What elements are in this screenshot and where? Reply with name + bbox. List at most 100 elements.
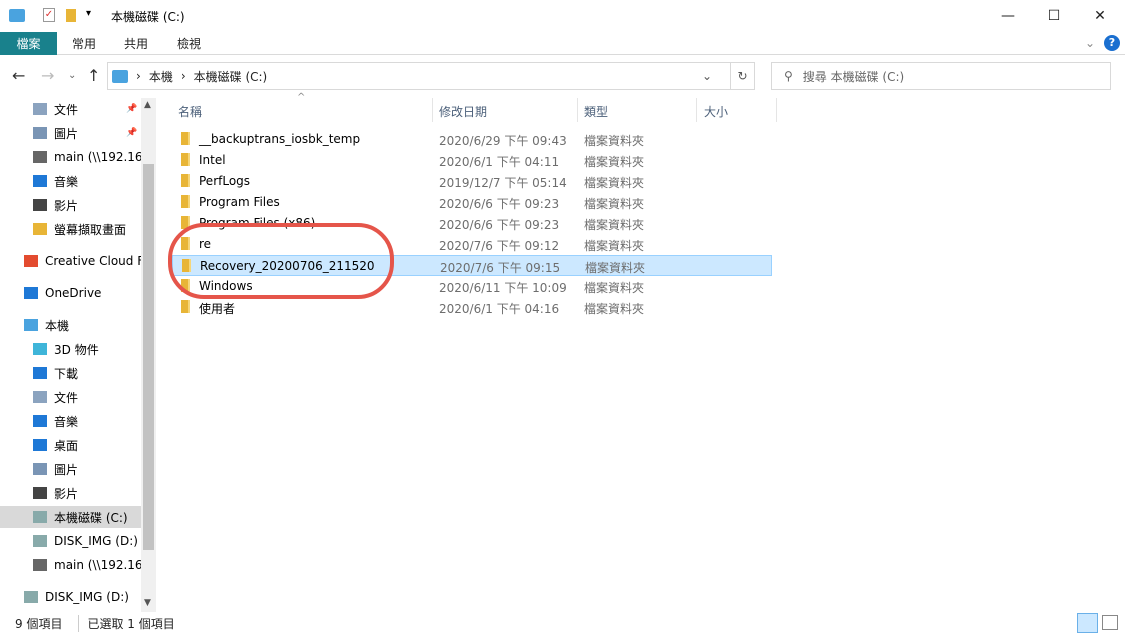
title-bar: ✓ ▾ 本機磁碟 (C:) — ☐ ✕ <box>0 0 1125 32</box>
maximize-button[interactable]: ☐ <box>1031 0 1077 32</box>
window-title: 本機磁碟 (C:) <box>111 10 185 24</box>
pin-icon[interactable]: 📌 <box>126 104 138 114</box>
file-date: 2020/6/6 下午 09:23 <box>439 218 560 232</box>
sort-ascending-icon: ^ <box>297 92 306 103</box>
sidebar-item-label: 本機 <box>45 318 70 333</box>
details-view-button[interactable] <box>1077 613 1098 633</box>
file-row[interactable]: PerfLogs 2019/12/7 下午 05:14 檔案資料夾 <box>172 171 772 192</box>
new-folder-icon[interactable] <box>66 9 76 22</box>
file-type: 檔案資料夾 <box>584 197 645 211</box>
sidebar-item-label: 影片 <box>54 198 79 213</box>
search-icon: ⚲ <box>784 69 793 83</box>
sidebar-item[interactable]: 下載 <box>0 362 141 384</box>
sidebar-item[interactable]: 音樂 <box>0 170 141 192</box>
folder-icon <box>181 195 190 208</box>
tab-share[interactable]: 共用 <box>114 32 158 55</box>
address-dropdown-icon[interactable]: ⌄ <box>702 69 712 83</box>
sidebar-item[interactable]: 圖片 📌 <box>0 122 141 144</box>
file-row[interactable]: __backuptrans_iosbk_temp 2020/6/29 下午 09… <box>172 129 772 150</box>
file-row[interactable]: Program Files 2020/6/6 下午 09:23 檔案資料夾 <box>172 192 772 213</box>
file-type: 檔案資料夾 <box>584 176 645 190</box>
sidebar-item-label: 音樂 <box>54 174 79 189</box>
pictures-icon <box>33 127 47 139</box>
breadcrumb-c-drive[interactable]: 本機磁碟 (C:) <box>194 68 268 85</box>
desktop-icon <box>33 439 47 451</box>
sidebar-item[interactable]: main (\\192.168 <box>0 554 141 576</box>
folder-icon <box>181 153 190 166</box>
sidebar-item[interactable]: 桌面 <box>0 434 141 456</box>
breadcrumb-this-pc[interactable]: 本機 <box>149 68 173 85</box>
file-type: 檔案資料夾 <box>585 261 646 275</box>
sidebar-item[interactable]: 影片 <box>0 482 141 504</box>
sidebar-item[interactable]: 3D 物件 <box>0 338 141 360</box>
sidebar-item-label: 螢幕擷取畫面 <box>54 222 127 237</box>
file-type: 檔案資料夾 <box>584 134 645 148</box>
selected-count: 已選取 1 個項目 <box>78 614 175 632</box>
recent-locations-button[interactable]: ⌄ <box>68 70 76 81</box>
file-name: PerfLogs <box>199 174 251 188</box>
sidebar-item[interactable]: 本機 <box>0 314 141 336</box>
sidebar-item[interactable]: 影片 <box>0 194 141 216</box>
sidebar-item[interactable]: 音樂 <box>0 410 141 432</box>
sidebar-item-label: 音樂 <box>54 414 79 429</box>
file-type: 檔案資料夾 <box>584 281 645 295</box>
column-header-type[interactable]: 類型 <box>584 100 608 122</box>
breadcrumb-separator-icon: › <box>180 69 186 83</box>
item-count: 9 個項目 <box>15 616 63 631</box>
expand-ribbon-icon[interactable]: ⌄ <box>1085 36 1095 50</box>
file-date: 2019/12/7 下午 05:14 <box>439 176 567 190</box>
search-input[interactable]: ⚲ 搜尋 本機磁碟 (C:) <box>771 62 1111 90</box>
downloads-icon <box>33 367 47 379</box>
minimize-button[interactable]: — <box>985 0 1031 32</box>
this-pc-icon <box>112 69 128 83</box>
folder-icon <box>33 223 47 235</box>
sidebar-item[interactable]: DISK_IMG (D:) <box>0 586 141 608</box>
creative-cloud-icon <box>24 255 38 267</box>
music-icon <box>33 415 47 427</box>
sidebar-item[interactable]: 螢幕擷取畫面 <box>0 218 141 240</box>
refresh-button[interactable]: ↻ <box>730 63 754 89</box>
sidebar-item[interactable]: OneDrive <box>0 282 141 304</box>
sidebar-item[interactable]: main (\\192.168 <box>0 146 141 168</box>
sidebar-item[interactable]: Creative Cloud Fi <box>0 250 141 272</box>
sidebar-scrollbar-thumb[interactable] <box>143 164 154 550</box>
this-pc-icon <box>24 319 38 331</box>
sidebar-item-label: 圖片 <box>54 462 79 477</box>
sidebar-item-label: 本機磁碟 (C:) <box>54 510 128 525</box>
column-header-date[interactable]: 修改日期 <box>439 100 487 122</box>
tab-file[interactable]: 檔案 <box>0 32 57 55</box>
properties-icon[interactable]: ✓ <box>43 8 55 22</box>
sidebar-item[interactable]: 文件 <box>0 386 141 408</box>
sidebar-item[interactable]: DISK_IMG (D:) <box>0 530 141 552</box>
help-icon[interactable]: ? <box>1104 35 1120 51</box>
column-divider <box>696 98 697 122</box>
forward-button[interactable]: → <box>41 66 54 85</box>
file-date: 2020/6/6 下午 09:23 <box>439 197 560 211</box>
drive-icon <box>33 535 47 547</box>
file-date: 2020/7/6 下午 09:15 <box>440 261 561 275</box>
column-divider <box>577 98 578 122</box>
search-placeholder: 搜尋 本機磁碟 (C:) <box>802 69 905 84</box>
column-header-size[interactable]: 大小 <box>704 100 728 122</box>
file-name: __backuptrans_iosbk_temp <box>199 132 361 146</box>
sidebar-item-label: 下載 <box>54 366 79 381</box>
sidebar-item[interactable]: 文件 📌 <box>0 98 141 120</box>
address-bar[interactable]: › 本機 › 本機磁碟 (C:) ⌄ ↻ <box>107 62 755 90</box>
tab-view[interactable]: 檢視 <box>167 32 211 55</box>
documents-icon <box>33 103 47 115</box>
sidebar-item[interactable]: 本機磁碟 (C:) <box>0 506 141 528</box>
folder-icon <box>181 174 190 187</box>
file-type: 檔案資料夾 <box>584 239 645 253</box>
up-button[interactable]: ↑ <box>87 66 100 85</box>
sidebar-item[interactable]: 圖片 <box>0 458 141 480</box>
back-button[interactable]: ← <box>12 66 25 85</box>
customize-toolbar-icon[interactable]: ▾ <box>86 8 91 19</box>
network-drive-icon <box>33 559 47 571</box>
file-row[interactable]: Intel 2020/6/1 下午 04:11 檔案資料夾 <box>172 150 772 171</box>
pin-icon[interactable]: 📌 <box>126 128 138 138</box>
tab-home[interactable]: 常用 <box>62 32 106 55</box>
column-header-name[interactable]: 名稱 <box>178 100 202 122</box>
sidebar-item-label: main (\\192.168 <box>54 558 141 572</box>
close-button[interactable]: ✕ <box>1077 0 1123 32</box>
large-icons-view-button[interactable] <box>1102 615 1118 630</box>
